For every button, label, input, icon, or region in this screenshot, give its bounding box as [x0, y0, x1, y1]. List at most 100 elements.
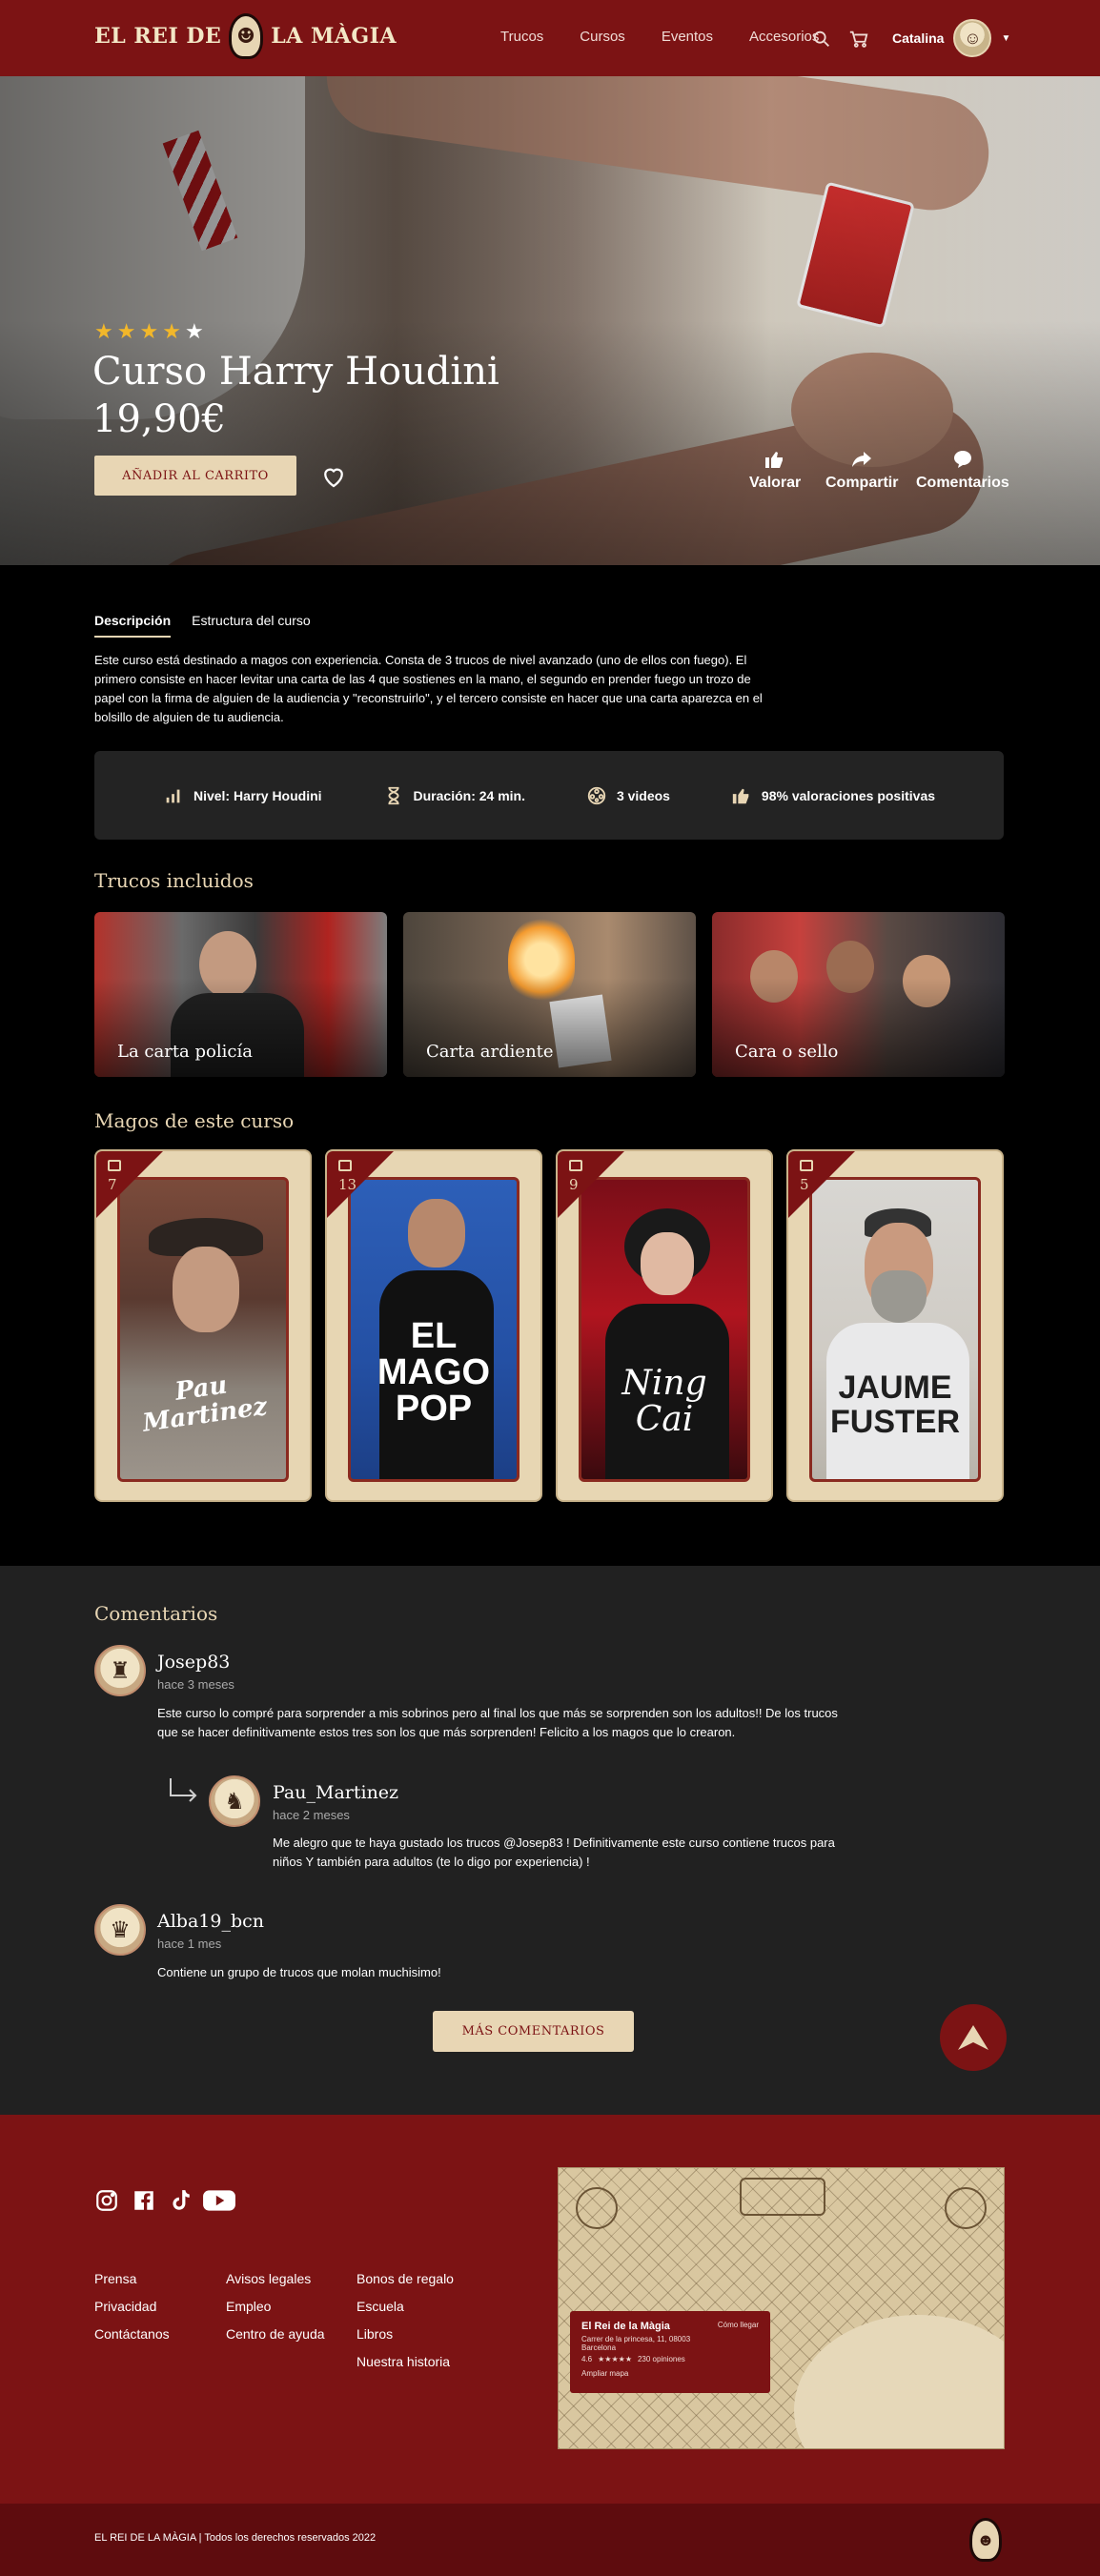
- cart-icon[interactable]: [848, 29, 869, 50]
- map-seal: [576, 2187, 618, 2229]
- facebook-icon[interactable]: [132, 2188, 156, 2213]
- search-icon[interactable]: [811, 29, 832, 50]
- comments-action[interactable]: Comentarios: [916, 448, 1009, 492]
- tiktok-icon[interactable]: [168, 2188, 193, 2213]
- card-corner: [788, 1151, 855, 1218]
- avatar: ♛: [94, 1904, 146, 1956]
- footer-link[interactable]: Centro de ayuda: [226, 2326, 325, 2342]
- tab-estructura[interactable]: Estructura del curso: [192, 613, 311, 638]
- trick-card[interactable]: Carta ardiente: [403, 912, 696, 1077]
- magician-photo: Pau Martinez: [117, 1177, 289, 1482]
- user-name: Catalina: [892, 30, 945, 46]
- footer-link[interactable]: Contáctanos: [94, 2326, 170, 2342]
- instagram-icon[interactable]: [94, 2188, 119, 2213]
- footer-link[interactable]: Libros: [356, 2326, 454, 2342]
- hero-banner: ★★★★★ Curso Harry Houdini 19,90€ AÑADIR …: [0, 76, 1100, 565]
- rate-action[interactable]: Valorar: [749, 448, 801, 492]
- video-count: 5: [800, 1176, 809, 1193]
- hourglass-icon: [388, 786, 399, 804]
- stat-duration-text: Duración: 24 min.: [413, 787, 525, 803]
- map-cartouche: [740, 2178, 825, 2216]
- location-map[interactable]: El Rei de la Màgia Cómo llegar Carrer de…: [558, 2167, 1005, 2449]
- stat-rating-text: 98% valoraciones positivas: [761, 787, 936, 803]
- logo[interactable]: EL REI DE ☻ LA MÀGIA: [94, 13, 397, 59]
- stat-duration: Duración: 24 min.: [383, 785, 525, 806]
- share-action[interactable]: Compartir: [825, 448, 898, 492]
- user-menu[interactable]: Catalina ☺ ▼: [892, 19, 1010, 57]
- main-nav: Trucos Cursos Eventos Accesorios: [500, 29, 819, 45]
- map-city: Barcelona: [581, 2343, 617, 2352]
- star-icon: ★: [139, 319, 163, 343]
- map-enlarge-link[interactable]: Ampliar mapa: [581, 2369, 759, 2378]
- comment-author[interactable]: Pau_Martinez: [273, 1782, 398, 1803]
- stat-videos: 3 videos: [586, 785, 670, 806]
- comment-icon: [953, 451, 971, 468]
- video-count: 13: [338, 1176, 357, 1193]
- magician-photo: Ning Cai: [579, 1177, 750, 1482]
- magician-card[interactable]: Pau Martinez 7: [94, 1149, 312, 1502]
- chevron-down-icon: ▼: [1001, 32, 1011, 44]
- footer-link[interactable]: Bonos de regalo: [356, 2271, 454, 2286]
- back-to-top-button[interactable]: [940, 2004, 1007, 2071]
- comments-label: Comentarios: [916, 475, 1009, 491]
- comment-time: hace 2 meses: [273, 1808, 350, 1822]
- share-label: Compartir: [825, 475, 899, 491]
- comment-time: hace 3 meses: [157, 1677, 234, 1692]
- map-reviews[interactable]: 230 opiniones: [638, 2355, 685, 2363]
- comment-text: Este curso lo compré para sorprender a m…: [157, 1706, 838, 1739]
- video-icon: [800, 1160, 813, 1171]
- footer-col: Prensa Privacidad Contáctanos: [94, 2271, 170, 2342]
- course-title: Curso Harry Houdini: [92, 350, 499, 394]
- map-address: Carrer de la princesa, 11, 08003: [581, 2335, 691, 2343]
- stat-videos-text: 3 videos: [616, 787, 670, 803]
- magician-name-line2: FUSTER: [830, 1404, 960, 1440]
- footer-link[interactable]: Privacidad: [94, 2299, 170, 2314]
- card-corner: [327, 1151, 394, 1218]
- nav-accesorios[interactable]: Accesorios: [749, 29, 819, 45]
- trick-card[interactable]: La carta policía: [94, 912, 387, 1077]
- star-icon: ★: [94, 319, 117, 343]
- tab-descripcion[interactable]: Descripción: [94, 613, 172, 638]
- youtube-icon[interactable]: [202, 2188, 236, 2213]
- trick-card[interactable]: Cara o sello: [712, 912, 1005, 1077]
- magician-card[interactable]: Ning Cai 9: [556, 1149, 773, 1502]
- magician-logo-icon: ☻: [229, 13, 264, 59]
- add-to-cart-button[interactable]: AÑADIR AL CARRITO: [94, 456, 296, 496]
- more-comments-button[interactable]: MÁS COMENTARIOS: [433, 2011, 634, 2052]
- footer-col: Bonos de regalo Escuela Libros Nuestra h…: [356, 2271, 454, 2369]
- heart-icon[interactable]: [319, 462, 348, 491]
- magician-card[interactable]: EL MAGO POP 13: [325, 1149, 542, 1502]
- avatar: ☺: [953, 19, 992, 57]
- video-icon: [338, 1160, 352, 1171]
- face-shape: [173, 1247, 239, 1332]
- logo-text-right: LA MÀGIA: [271, 24, 397, 49]
- rating-stars[interactable]: ★★★★★: [94, 319, 208, 344]
- map-directions-link[interactable]: Cómo llegar: [718, 2321, 759, 2335]
- arrow-up-icon: [958, 2025, 988, 2050]
- comment-author[interactable]: Josep83: [157, 1652, 230, 1673]
- comments-title: Comentarios: [94, 1602, 218, 1625]
- nav-eventos[interactable]: Eventos: [662, 29, 713, 45]
- stat-rating: 98% valoraciones positivas: [731, 785, 935, 806]
- magician-name-line1: JAUME: [838, 1369, 952, 1406]
- trick-title: Carta ardiente: [426, 1042, 554, 1062]
- stat-level-text: Nivel: Harry Houdini: [193, 787, 322, 803]
- map-rating: 4.6: [581, 2355, 593, 2363]
- trick-title: La carta policía: [117, 1042, 253, 1062]
- footer-link[interactable]: Prensa: [94, 2271, 170, 2286]
- beard-shape: [871, 1270, 927, 1323]
- comment-author[interactable]: Alba19_bcn: [157, 1911, 264, 1932]
- magician-card[interactable]: JAUME FUSTER 5: [786, 1149, 1004, 1502]
- star-icon: ★: [116, 319, 140, 343]
- course-stats: Nivel: Harry Houdini Duración: 24 min. 3…: [94, 751, 1004, 840]
- magician-name-line1: Ning: [621, 1364, 707, 1403]
- footer-link[interactable]: Nuestra historia: [356, 2354, 454, 2369]
- video-icon: [569, 1160, 582, 1171]
- comment-time: hace 1 mes: [157, 1937, 222, 1951]
- footer-link[interactable]: Empleo: [226, 2299, 325, 2314]
- nav-trucos[interactable]: Trucos: [500, 29, 543, 45]
- footer-link[interactable]: Escuela: [356, 2299, 454, 2314]
- nav-cursos[interactable]: Cursos: [580, 29, 625, 45]
- footer-link[interactable]: Avisos legales: [226, 2271, 325, 2286]
- magician-logo-icon[interactable]: ☻: [969, 2518, 1002, 2562]
